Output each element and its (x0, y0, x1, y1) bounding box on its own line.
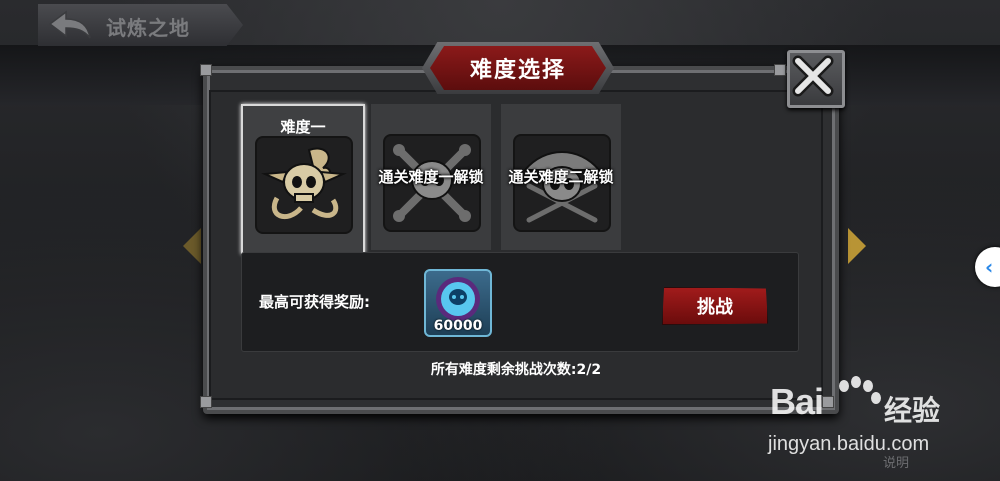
difficulty-icon-frame (255, 136, 353, 234)
reward-label: 最高可获得奖励: (259, 293, 370, 311)
unlock-requirement-label: 通关难度二解锁 (508, 168, 614, 186)
difficulty-card-3[interactable]: 通关难度二解锁 (501, 104, 621, 250)
rivet-icon (200, 396, 212, 408)
rivet-icon (774, 64, 786, 76)
unlock-requirement-label: 通关难度一解锁 (378, 168, 484, 186)
reward-quantity: 60000 (433, 318, 483, 334)
watermark-brand-cn: 经验 (884, 394, 941, 427)
screen-title: 试炼之地 (106, 16, 190, 40)
rivet-icon (200, 64, 212, 76)
previous-arrow-icon[interactable] (183, 228, 201, 264)
skull-ponytail-pipe-icon (261, 147, 347, 220)
remaining-attempts-text: 所有难度剩余挑战次数:2/2 (430, 362, 602, 378)
watermark-brand: Bai (770, 381, 824, 422)
difficulty-card-1[interactable]: 难度一 (241, 104, 365, 254)
help-link[interactable]: 说明 (883, 452, 909, 471)
close-x-icon (792, 55, 834, 97)
next-arrow-icon[interactable] (848, 228, 866, 264)
challenge-button[interactable]: 挑战 (662, 287, 768, 325)
difficulty-card-2[interactable]: 通关难度一解锁 (371, 104, 491, 250)
close-button[interactable] (787, 50, 845, 108)
dialog-title: 难度选择 (469, 58, 566, 83)
reward-item[interactable]: 60000 (424, 269, 492, 337)
chevron-left-icon: ‹ (985, 255, 994, 279)
back-arrow-icon[interactable] (48, 10, 92, 40)
difficulty-label: 难度一 (280, 118, 326, 136)
